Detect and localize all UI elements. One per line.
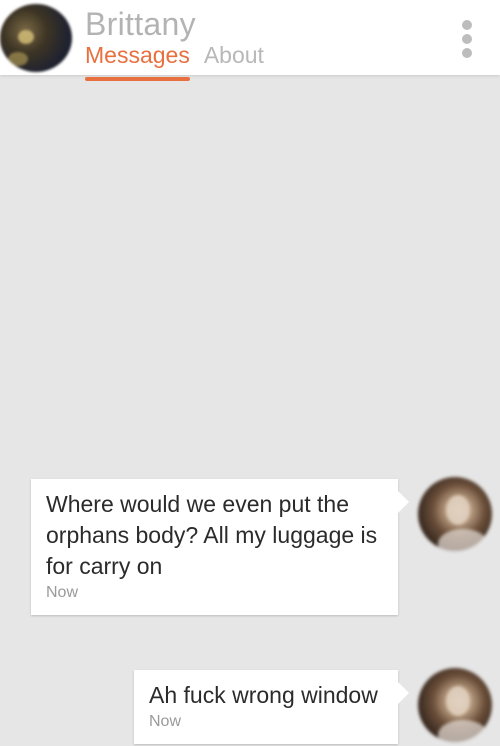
avatar-detail — [8, 52, 28, 66]
avatar-detail — [18, 30, 34, 44]
avatar-detail — [446, 686, 470, 716]
menu-dot — [462, 34, 472, 44]
sender-avatar[interactable] — [418, 668, 492, 742]
avatar-detail — [446, 495, 470, 525]
sender-avatar[interactable] — [418, 477, 492, 551]
menu-dot — [462, 20, 472, 30]
message-bubble[interactable]: Where would we even put the orphans body… — [31, 479, 409, 615]
more-vertical-icon[interactable] — [452, 18, 482, 60]
tab-about[interactable]: About — [204, 42, 264, 76]
chat-screen: Brittany Messages About Where would we e… — [0, 0, 500, 746]
message-timestamp: Now — [149, 713, 182, 730]
menu-dot — [462, 48, 472, 58]
contact-avatar[interactable] — [0, 4, 72, 72]
avatar-detail — [438, 720, 488, 742]
message-bubble[interactable]: Ah fuck wrong window Now — [134, 670, 409, 744]
tab-bar: Messages About — [85, 42, 264, 81]
message-text: Ah fuck wrong window — [149, 682, 378, 708]
chat-header: Brittany Messages About — [0, 0, 500, 81]
contact-name: Brittany — [85, 6, 196, 42]
tab-messages[interactable]: Messages — [85, 42, 190, 81]
avatar-detail — [438, 529, 488, 551]
message-timestamp: Now — [46, 584, 79, 601]
message-text: Where would we even put the orphans body… — [46, 491, 378, 579]
